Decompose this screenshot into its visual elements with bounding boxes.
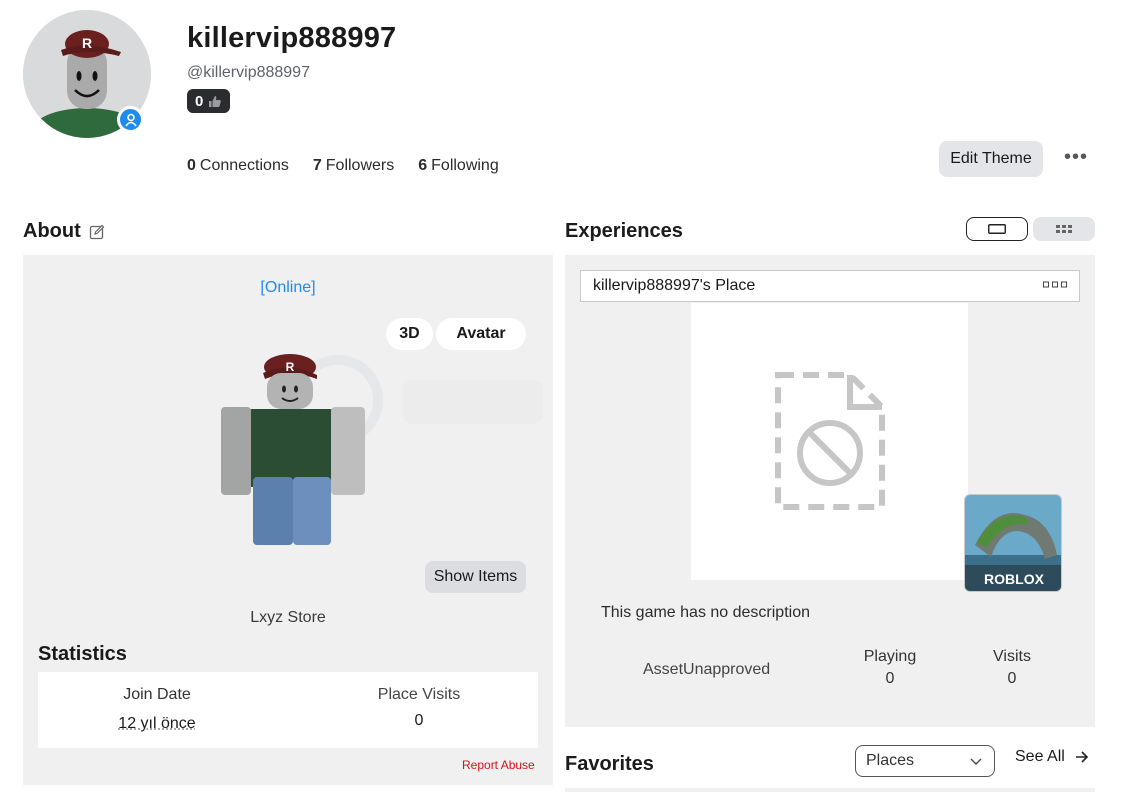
statistics-card: Join Date 12 yıl önce Place Visits 0 (38, 672, 538, 748)
experiences-title: Experiences (565, 220, 683, 242)
favorites-title: Favorites (565, 753, 654, 775)
playing-value: 0 (885, 670, 895, 687)
see-all-link[interactable]: See All (1015, 748, 1089, 766)
thumbs-up-icon (209, 95, 222, 107)
svg-text:R: R (82, 35, 92, 51)
following-count: 6 (418, 157, 428, 174)
show-items-button[interactable]: Show Items (425, 561, 526, 593)
place-thumbnail[interactable] (691, 303, 968, 580)
connections-link[interactable]: 0 Connections (187, 157, 289, 175)
following-label: Following (431, 157, 499, 174)
following-link[interactable]: 6 Following (418, 157, 499, 175)
svg-text:R: R (286, 360, 295, 374)
profile-handle: @killervip888997 (187, 64, 310, 81)
avatar-full-body-image: R (221, 354, 365, 545)
edit-theme-button[interactable]: Edit Theme (939, 141, 1043, 177)
visits-label: Visits (993, 648, 1031, 665)
place-visits-value: 0 (414, 712, 424, 729)
view-mode-toggle (966, 217, 1095, 241)
asset-status: AssetUnapproved (643, 661, 771, 678)
join-date-value: 12 yıl önce (118, 715, 196, 732)
view-3d-button[interactable]: 3D (386, 318, 433, 350)
unavailable-image-icon (775, 372, 885, 510)
followers-count: 7 (312, 157, 322, 174)
about-header: About (23, 220, 105, 243)
place-header[interactable]: killervip888997's Place (580, 270, 1080, 302)
statistics-title: Statistics (38, 643, 127, 665)
followers-label: Followers (325, 157, 395, 174)
game-description: This game has no description (601, 604, 810, 621)
avatar-button[interactable]: Avatar (436, 318, 526, 350)
presence-icon (117, 106, 144, 133)
store-name[interactable]: Lxyz Store (23, 609, 553, 627)
select-value: Places (866, 752, 915, 769)
more-options-icon[interactable]: ••• (1063, 146, 1089, 168)
place-options-icon[interactable] (1043, 281, 1067, 289)
see-all-label: See All (1015, 748, 1065, 765)
grid-view-button[interactable] (1033, 217, 1095, 241)
about-panel: [Online] 3D Avatar R Show Items Lxyz Sto… (23, 255, 553, 785)
experiences-panel: killervip888997's Place ROBLOX This game… (565, 255, 1095, 727)
reputation-badge: 0 (187, 89, 231, 113)
social-stats: 0 Connections 7 Followers 6 Following (187, 157, 499, 175)
visits-value: 0 (1007, 670, 1017, 687)
grid-view-icon (1056, 225, 1072, 233)
connections-count: 0 (187, 157, 196, 174)
about-title: About (23, 220, 81, 242)
place-name[interactable]: killervip888997's Place (593, 277, 755, 295)
favorites-panel-edge (565, 788, 1095, 792)
game-icon-image: ROBLOX (965, 495, 1061, 591)
arrow-right-icon (1075, 751, 1088, 763)
edit-pencil-icon[interactable] (89, 224, 105, 240)
followers-link[interactable]: 7 Followers (313, 157, 394, 175)
chevron-down-icon (970, 758, 982, 765)
reputation-count: 0 (195, 92, 204, 110)
place-visits-label: Place Visits (377, 686, 461, 703)
single-view-button[interactable] (966, 217, 1028, 241)
connections-label: Connections (199, 157, 289, 174)
game-icon[interactable]: ROBLOX (964, 494, 1062, 592)
single-view-icon (988, 224, 1006, 234)
playing-label: Playing (863, 648, 917, 665)
online-status[interactable]: [Online] (23, 279, 553, 297)
join-date-label: Join Date (123, 686, 191, 703)
profile-username: killervip888997 (187, 22, 397, 54)
roblox-logo-text: ROBLOX (984, 571, 1045, 587)
favorites-category-select[interactable]: Places (855, 745, 995, 777)
report-abuse-link[interactable]: Report Abuse (462, 758, 535, 772)
